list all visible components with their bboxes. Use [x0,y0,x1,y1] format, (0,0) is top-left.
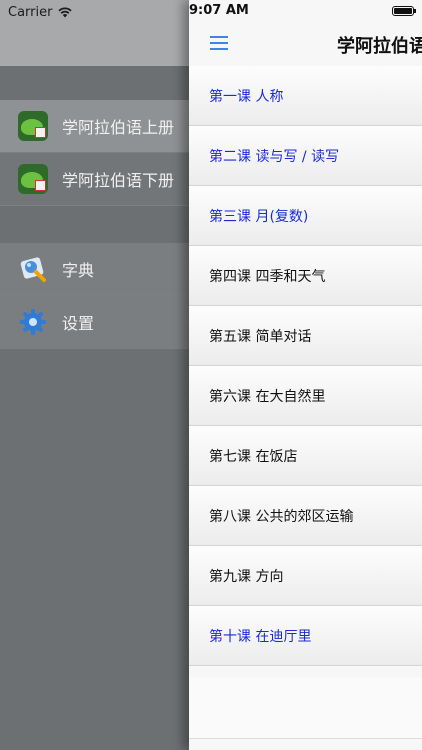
wifi-icon [58,6,73,17]
navigation-bar: 学阿拉伯语 [189,22,422,67]
sidebar-item-label: 学阿拉伯语上册 [62,118,175,137]
page-title: 学阿拉伯语 [337,36,422,57]
list-item-lesson-8[interactable]: 第八课 公共的郊区运输 [189,486,422,546]
lesson-label: 第七课 在饭店 [209,448,298,465]
list-item-lesson-9[interactable]: 第九课 方向 [189,546,422,606]
list-empty-row [189,678,422,739]
book-volume-2-icon [18,164,48,194]
list-item-lesson-10[interactable]: 第十课 在迪厅里 [189,606,422,666]
main-panel: 9:07 AM 学阿拉伯语 第一课 人称 第二课 读与写 / 读写 第三课 月(… [189,0,422,750]
list-item-lesson-6[interactable]: 第六课 在大自然里 [189,366,422,426]
list-item-lesson-2[interactable]: 第二课 读与写 / 读写 [189,126,422,186]
dictionary-icon [20,257,46,282]
list-item-lesson-4[interactable]: 第四课 四季和天气 [189,246,422,306]
sidebar-item-book-volume-2[interactable]: 学阿拉伯语下册 [0,153,200,206]
lesson-label: 第一课 人称 [209,88,284,105]
status-bar-left: Carrier [8,3,73,21]
sidebar-item-settings[interactable]: 设置 [0,296,200,349]
lesson-label: 第六课 在大自然里 [209,388,326,405]
list-item-lesson-1[interactable]: 第一课 人称 [189,66,422,126]
sidebar-item-label: 设置 [62,314,95,333]
lesson-label: 第十课 在迪厅里 [209,628,312,645]
list-item-lesson-7[interactable]: 第七课 在饭店 [189,426,422,486]
lesson-label: 第四课 四季和天气 [209,268,326,285]
lesson-label: 第八课 公共的郊区运输 [209,508,354,525]
sidebar-books-group: 学阿拉伯语上册 学阿拉伯语下册 [0,100,200,206]
sidebar-item-book-volume-1[interactable]: 学阿拉伯语上册 [0,100,200,153]
sidebar-tools-group: 字典 设置 [0,243,200,349]
sidebar-item-dictionary[interactable]: 字典 [0,243,200,296]
lesson-label: 第三课 月(复数) [209,208,309,225]
lesson-label: 第九课 方向 [209,568,284,585]
carrier-label: Carrier [8,4,53,20]
status-time: 9:07 AM [189,3,249,18]
list-item-lesson-5[interactable]: 第五课 简单对话 [189,306,422,366]
battery-icon [392,6,416,16]
lesson-list: 第一课 人称 第二课 读与写 / 读写 第三课 月(复数) 第四课 四季和天气 … [189,66,422,666]
list-item-lesson-3[interactable]: 第三课 月(复数) [189,186,422,246]
side-drawer: Carrier 学阿拉伯语上册 学阿拉伯语下册 字典 设置 [0,0,200,750]
book-volume-1-icon [18,111,48,141]
lesson-label: 第五课 简单对话 [209,328,312,345]
hamburger-menu-icon[interactable] [210,34,232,52]
gear-icon [20,309,46,335]
lesson-label: 第二课 读与写 / 读写 [209,148,340,165]
sidebar-item-label: 字典 [62,261,95,280]
sidebar-item-label: 学阿拉伯语下册 [62,171,175,190]
